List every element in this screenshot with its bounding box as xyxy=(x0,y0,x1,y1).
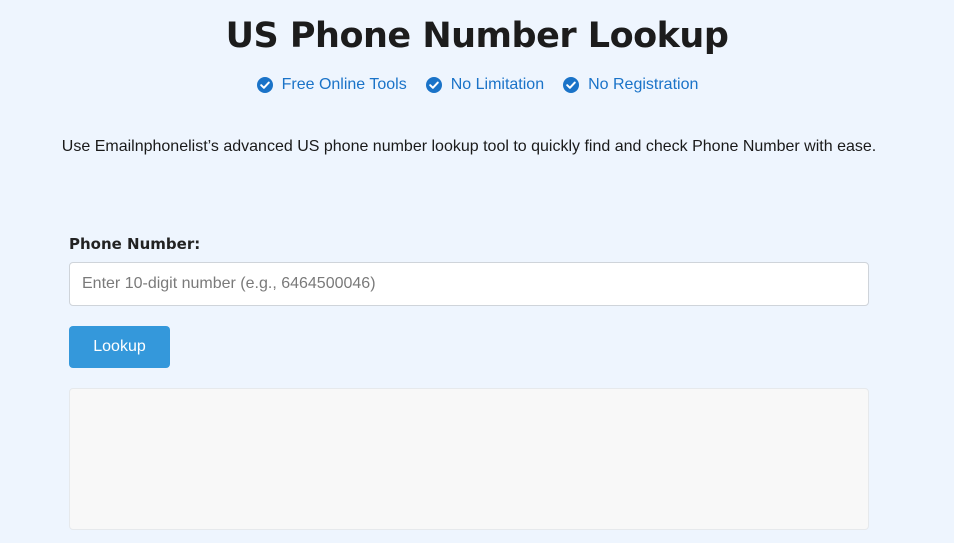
feature-label: No Registration xyxy=(588,76,699,93)
feature-free-online-tools: Free Online Tools xyxy=(256,74,407,96)
feature-list: Free Online Tools No Limitation No Regis… xyxy=(0,74,954,96)
feature-label: No Limitation xyxy=(450,76,545,93)
intro-text: Use Emailnphonelist’s advanced US phone … xyxy=(61,138,877,155)
lookup-button[interactable]: Lookup xyxy=(69,326,170,368)
check-circle-icon xyxy=(425,76,443,94)
phone-number-input[interactable] xyxy=(69,262,869,306)
feature-no-registration: No Registration xyxy=(562,74,698,96)
page-title: US Phone Number Lookup xyxy=(225,16,729,56)
check-circle-icon xyxy=(562,76,580,94)
phone-number-label: Phone Number: xyxy=(69,235,201,253)
check-circle-icon xyxy=(256,76,274,94)
feature-no-limitation: No Limitation xyxy=(425,74,544,96)
feature-label: Free Online Tools xyxy=(281,76,407,93)
result-panel xyxy=(69,388,869,530)
